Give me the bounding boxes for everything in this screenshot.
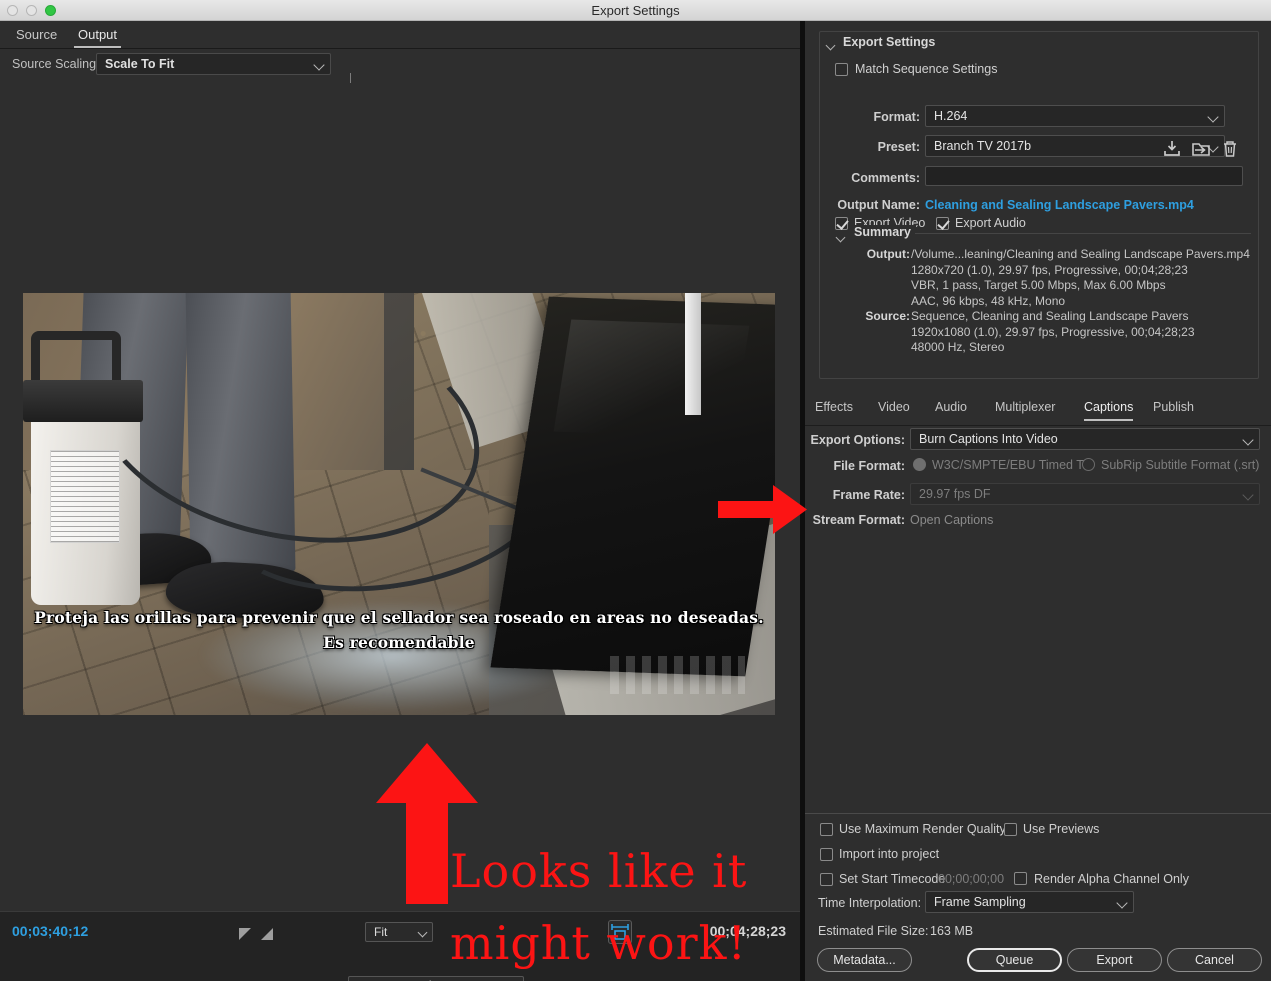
chevron-down-icon xyxy=(1242,489,1254,501)
export-settings-window: Export Settings Source Output Source Sca… xyxy=(0,0,1271,981)
output-name-link[interactable]: Cleaning and Sealing Landscape Pavers.mp… xyxy=(925,198,1194,212)
preview-pane: Source Output Source Scaling: Scale To F… xyxy=(0,21,807,981)
preview-tabs: Source Output xyxy=(0,21,800,49)
source-scaling-label: Source Scaling: xyxy=(12,57,100,71)
delete-preset-icon[interactable] xyxy=(1220,139,1240,159)
format-label: Format: xyxy=(873,110,920,124)
file-format-option-timedtext-label: W3C/SMPTE/EBU Timed T... xyxy=(932,458,1093,472)
tab-multiplexer[interactable]: Multiplexer xyxy=(995,400,1055,419)
tab-output[interactable]: Output xyxy=(74,25,122,48)
summary-source-value: Sequence, Cleaning and Sealing Landscape… xyxy=(911,309,1195,354)
video-preview[interactable]: Proteja las orillas para prevenir que el… xyxy=(23,293,775,715)
scene-white-pole xyxy=(684,293,701,416)
export-audio-label: Export Audio xyxy=(955,216,1026,230)
set-start-timecode-checkbox[interactable] xyxy=(820,873,833,886)
export-options-value: Burn Captions Into Video xyxy=(919,432,1058,446)
comments-label: Comments: xyxy=(851,171,920,185)
file-format-option-srt-label: SubRip Subtitle Format (.srt) xyxy=(1101,458,1260,472)
window-title-bar: Export Settings xyxy=(0,0,1271,21)
render-alpha-channel-only-checkbox[interactable] xyxy=(1014,872,1027,885)
stream-format-label: Stream Format: xyxy=(812,513,905,527)
output-name-label: Output Name: xyxy=(837,198,920,212)
preset-value: Branch TV 2017b xyxy=(934,139,1032,153)
export-settings-group-title: Export Settings xyxy=(838,35,941,49)
tab-publish[interactable]: Publish xyxy=(1153,400,1194,419)
tab-audio[interactable]: Audio xyxy=(935,400,967,419)
source-scaling-select[interactable]: Scale To Fit xyxy=(96,53,331,75)
cancel-button[interactable]: Cancel xyxy=(1167,948,1262,972)
scene-watermark xyxy=(609,655,745,694)
scene-board-sheen xyxy=(553,320,750,438)
current-timecode[interactable]: 00;03;40;12 xyxy=(12,923,88,939)
video-stage: Proteja las orillas para prevenir que el… xyxy=(0,83,807,970)
zoom-level-select[interactable]: Fit xyxy=(365,922,433,942)
chevron-down-icon[interactable] xyxy=(825,40,836,51)
chevron-down-icon xyxy=(1242,434,1254,446)
summary-output-value: /Volume...leaning/Cleaning and Sealing L… xyxy=(911,247,1250,308)
time-interpolation-select[interactable]: Frame Sampling xyxy=(925,891,1134,913)
import-preset-icon[interactable] xyxy=(1191,139,1211,159)
source-scaling-row: Source Scaling: Scale To Fit xyxy=(0,49,800,83)
frame-rate-label: Frame Rate: xyxy=(832,488,905,502)
use-previews-label: Use Previews xyxy=(1023,822,1100,836)
use-maximum-render-quality-checkbox[interactable] xyxy=(820,823,833,836)
zoom-level-value: Fit xyxy=(374,925,388,939)
use-maximum-render-quality-label: Use Maximum Render Quality xyxy=(839,822,1006,836)
export-options-label: Export Options: xyxy=(810,433,905,447)
tab-source[interactable]: Source xyxy=(12,25,61,46)
render-alpha-channel-only-label: Render Alpha Channel Only xyxy=(1034,872,1189,886)
time-interpolation-value: Frame Sampling xyxy=(934,895,1026,909)
summary-group-title: Summary xyxy=(849,225,916,239)
import-into-project-label: Import into project xyxy=(839,847,940,861)
chevron-down-icon xyxy=(1207,111,1219,123)
file-format-radio-srt[interactable] xyxy=(1082,458,1095,471)
start-timecode-value[interactable]: 00;00;00;00 xyxy=(938,872,1004,886)
import-into-project-checkbox[interactable] xyxy=(820,848,833,861)
format-select[interactable]: H.264 xyxy=(925,105,1225,127)
red-arrow-right-icon xyxy=(718,485,807,534)
match-sequence-settings-label: Match Sequence Settings xyxy=(855,62,998,76)
frame-rate-select[interactable]: 29.97 fps DF xyxy=(910,483,1260,505)
scene-jug-label xyxy=(50,449,120,544)
tab-captions[interactable]: Captions xyxy=(1084,400,1134,421)
chevron-down-icon xyxy=(313,59,325,71)
export-options-select[interactable]: Burn Captions Into Video xyxy=(910,428,1260,450)
summary-rule xyxy=(836,239,1251,240)
file-format-label: File Format: xyxy=(833,459,905,473)
estimated-file-size-value: 163 MB xyxy=(930,924,974,938)
tab-video[interactable]: Video xyxy=(878,400,910,419)
save-preset-icon[interactable] xyxy=(1162,139,1182,159)
match-sequence-settings-checkbox[interactable] xyxy=(835,63,848,76)
metadata-button[interactable]: Metadata... xyxy=(817,948,912,972)
export-video-checkbox[interactable] xyxy=(835,217,848,230)
time-interpolation-label: Time Interpolation: xyxy=(818,896,922,910)
set-start-timecode-label: Set Start Timecode xyxy=(839,872,946,886)
comments-input[interactable] xyxy=(925,166,1243,186)
window-title: Export Settings xyxy=(591,3,680,18)
source-scaling-value: Scale To Fit xyxy=(105,57,175,71)
summary-output-label: Output: xyxy=(866,247,910,261)
file-format-radio-timedtext[interactable] xyxy=(913,458,926,471)
burned-in-caption: Proteja las orillas para prevenir que el… xyxy=(34,608,764,653)
use-previews-checkbox[interactable] xyxy=(1004,823,1017,836)
frame-rate-value: 29.97 fps DF xyxy=(919,487,991,501)
tab-effects[interactable]: Effects xyxy=(815,400,853,419)
captions-panel: Export Options: Burn Captions Into Video… xyxy=(805,426,1271,546)
summary-source-label: Source: xyxy=(865,309,910,323)
summary-divider xyxy=(915,233,1251,234)
settings-tab-strip: Effects Video Audio Multiplexer Captions… xyxy=(805,398,1271,424)
export-button[interactable]: Export xyxy=(1067,948,1162,972)
out-point-icon[interactable] xyxy=(260,927,274,941)
queue-button[interactable]: Queue xyxy=(967,948,1062,972)
export-actions-panel: Use Maximum Render Quality Use Previews … xyxy=(805,813,1271,981)
preset-label: Preset: xyxy=(877,140,920,154)
export-audio-checkbox[interactable] xyxy=(936,217,949,230)
format-value: H.264 xyxy=(934,109,968,123)
stream-format-value: Open Captions xyxy=(910,513,994,527)
chevron-down-icon xyxy=(1116,897,1128,909)
chevron-down-icon xyxy=(417,927,428,938)
estimated-file-size-label: Estimated File Size: xyxy=(818,924,929,938)
in-point-icon[interactable] xyxy=(238,927,252,941)
